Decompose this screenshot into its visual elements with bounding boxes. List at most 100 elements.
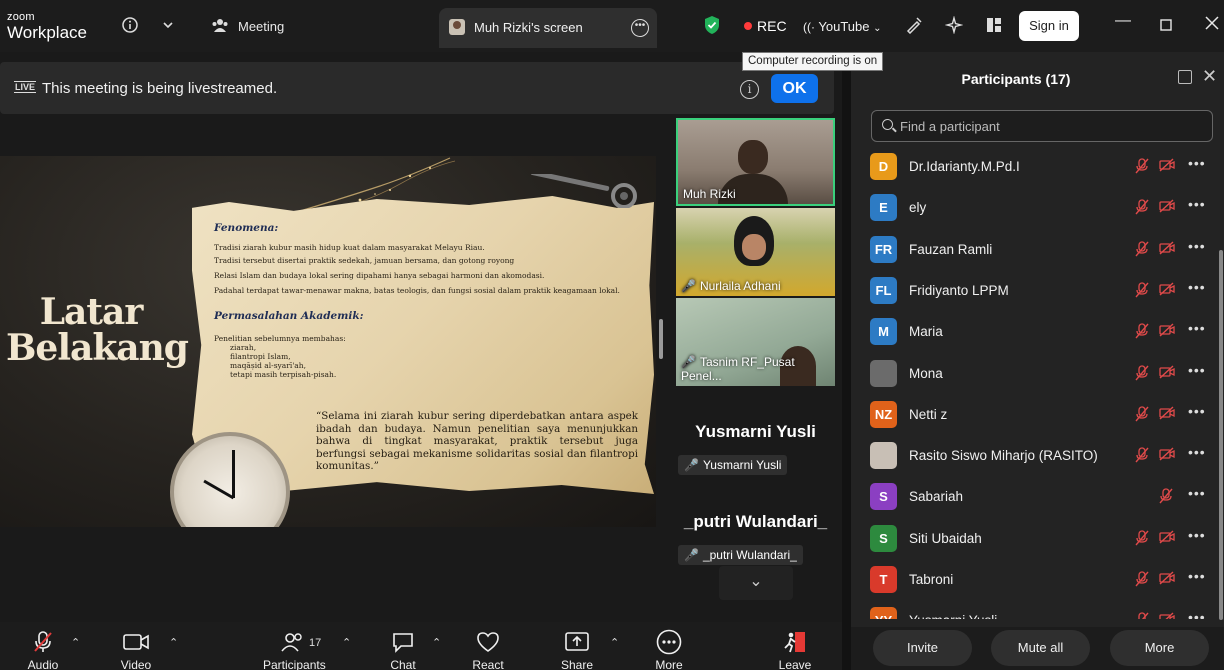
minimize-icon[interactable]: — (1115, 12, 1131, 30)
participant-row[interactable]: FL Fridiyanto LPPM ••• (851, 273, 1219, 314)
chevron-down-icon[interactable] (157, 14, 179, 36)
participant-row[interactable]: FR Fauzan Ramli ••• (851, 232, 1219, 273)
mic-off-icon[interactable] (1135, 364, 1149, 384)
more-options-icon[interactable]: ••• (1188, 155, 1206, 171)
scroll-down-button[interactable]: ⌄ (719, 566, 793, 600)
recording-indicator[interactable]: REC (744, 18, 787, 34)
info-icon[interactable] (119, 14, 141, 36)
video-button[interactable]: Video (106, 628, 166, 670)
participant-row[interactable]: T Tabroni ••• (851, 562, 1219, 603)
meeting-label[interactable]: Meeting (238, 19, 284, 34)
participant-row[interactable]: S Siti Ubaidah ••• (851, 521, 1219, 562)
annotate-icon[interactable] (903, 14, 925, 36)
video-off-icon[interactable] (1159, 364, 1175, 382)
chevron-up-icon[interactable]: ⌃ (342, 636, 351, 649)
more-options-icon[interactable]: ••• (1188, 568, 1206, 584)
pop-out-icon[interactable] (1178, 70, 1192, 84)
video-off-icon[interactable] (1159, 447, 1175, 464)
video-tile[interactable]: 🎤 Tasnim RF_Pusat Penel... (676, 298, 835, 386)
video-off-icon[interactable] (1159, 282, 1175, 299)
video-off-icon[interactable] (1159, 612, 1175, 619)
participant-row[interactable]: M Maria ••• (851, 314, 1219, 355)
mic-off-icon[interactable] (1135, 158, 1149, 177)
name-only-tile[interactable]: Yusmarni Yusli (676, 422, 835, 442)
share-button[interactable]: Share (547, 628, 607, 670)
more-button[interactable]: More (639, 628, 699, 670)
participant-row[interactable]: Rasito Siswo Miharjo (RASITO) ••• (851, 438, 1219, 479)
youtube-stream-button[interactable]: ((· YouTube ⌄ (803, 19, 882, 34)
mic-off-icon[interactable] (1135, 447, 1149, 466)
participant-row[interactable]: Eely ••• (851, 190, 1219, 231)
participant-name: Siti Ubaidah (909, 530, 982, 546)
mute-all-button[interactable]: Mute all (991, 630, 1090, 666)
search-input[interactable] (900, 111, 1200, 141)
more-options-icon[interactable]: ••• (1188, 444, 1206, 460)
list-scrollbar[interactable] (1219, 250, 1223, 620)
video-tile[interactable]: Muh Rizki (676, 118, 835, 206)
participant-row[interactable]: S Sabariah ••• (851, 479, 1219, 520)
more-options-icon[interactable]: ••• (1188, 609, 1206, 619)
video-off-icon[interactable] (1159, 406, 1175, 423)
participant-row[interactable]: D Dr.Idarianty.M.Pd.I ••• (851, 149, 1219, 190)
ai-companion-icon[interactable] (943, 14, 965, 36)
video-off-icon[interactable] (1159, 530, 1175, 547)
react-button[interactable]: React (458, 628, 518, 670)
video-off-icon[interactable] (1159, 323, 1175, 340)
more-options-icon[interactable]: ••• (1188, 527, 1206, 543)
screen-share-tab[interactable]: Muh Rizki's screen ••• (439, 8, 657, 48)
participant-row[interactable]: NZ Netti z ••• (851, 397, 1219, 438)
video-off-icon[interactable] (1159, 241, 1175, 258)
livestream-message: This meeting is being livestreamed. (42, 80, 278, 97)
more-options-icon[interactable]: ••• (1188, 485, 1206, 501)
more-options-icon[interactable]: ••• (1188, 279, 1206, 295)
more-options-icon[interactable]: ••• (1188, 362, 1206, 378)
chevron-up-icon[interactable]: ⌃ (432, 636, 441, 649)
more-options-icon[interactable]: ••• (1188, 403, 1206, 419)
leave-button[interactable]: Leave (765, 628, 825, 670)
audio-button[interactable]: Audio (13, 628, 73, 670)
chevron-up-icon[interactable]: ⌃ (71, 636, 80, 649)
maximize-icon[interactable] (1160, 18, 1172, 36)
mic-off-icon[interactable] (1135, 240, 1149, 260)
mic-off-icon[interactable] (1135, 282, 1149, 301)
invite-button[interactable]: Invite (873, 630, 972, 666)
panel-divider[interactable] (842, 52, 851, 670)
name-only-tile[interactable]: _putri Wulandari_ (676, 512, 835, 532)
sign-in-button[interactable]: Sign in (1019, 11, 1079, 41)
shield-icon[interactable] (701, 14, 723, 36)
mic-off-icon[interactable] (1135, 406, 1149, 425)
ok-button[interactable]: OK (771, 74, 818, 103)
participants-button[interactable]: Participants (263, 628, 326, 670)
more-options-icon[interactable]: ••• (1188, 320, 1206, 336)
video-off-icon[interactable] (1159, 571, 1175, 588)
more-button[interactable]: More (1110, 630, 1209, 666)
participant-search[interactable] (871, 110, 1213, 142)
splitter-handle[interactable] (659, 319, 663, 359)
video-tile[interactable]: 🎤 Nurlaila Adhani (676, 208, 835, 296)
video-off-icon[interactable] (1159, 199, 1175, 216)
mic-off-icon[interactable] (1159, 488, 1173, 507)
mic-off-icon[interactable] (1135, 199, 1149, 218)
video-off-icon[interactable] (1159, 158, 1175, 175)
layout-icon[interactable] (983, 14, 1005, 36)
more-options-icon[interactable]: ••• (1188, 196, 1206, 212)
mic-off-icon[interactable] (1135, 612, 1149, 619)
more-options-icon[interactable]: ••• (631, 19, 649, 37)
mic-off-icon: 🎤 (681, 279, 696, 293)
clock-hand (232, 450, 235, 498)
video-tile-name-wrap: 🎤 Nurlaila Adhani (681, 279, 781, 293)
participant-name: ely (909, 200, 927, 216)
participant-row[interactable]: YY Yusmarni Yusli ••• (851, 603, 1219, 619)
mic-off-icon[interactable] (1135, 323, 1149, 342)
mic-off-icon[interactable] (1135, 530, 1149, 549)
info-icon[interactable]: i (740, 80, 759, 99)
participant-row[interactable]: Mona ••• (851, 356, 1219, 397)
chat-button[interactable]: Chat (373, 628, 433, 670)
chevron-up-icon[interactable]: ⌃ (610, 636, 619, 649)
close-panel-icon[interactable]: ✕ (1202, 66, 1217, 87)
search-icon (882, 119, 893, 130)
mic-off-icon[interactable] (1135, 571, 1149, 590)
chevron-up-icon[interactable]: ⌃ (169, 636, 178, 649)
close-window-icon[interactable] (1205, 16, 1219, 35)
more-options-icon[interactable]: ••• (1188, 238, 1206, 254)
